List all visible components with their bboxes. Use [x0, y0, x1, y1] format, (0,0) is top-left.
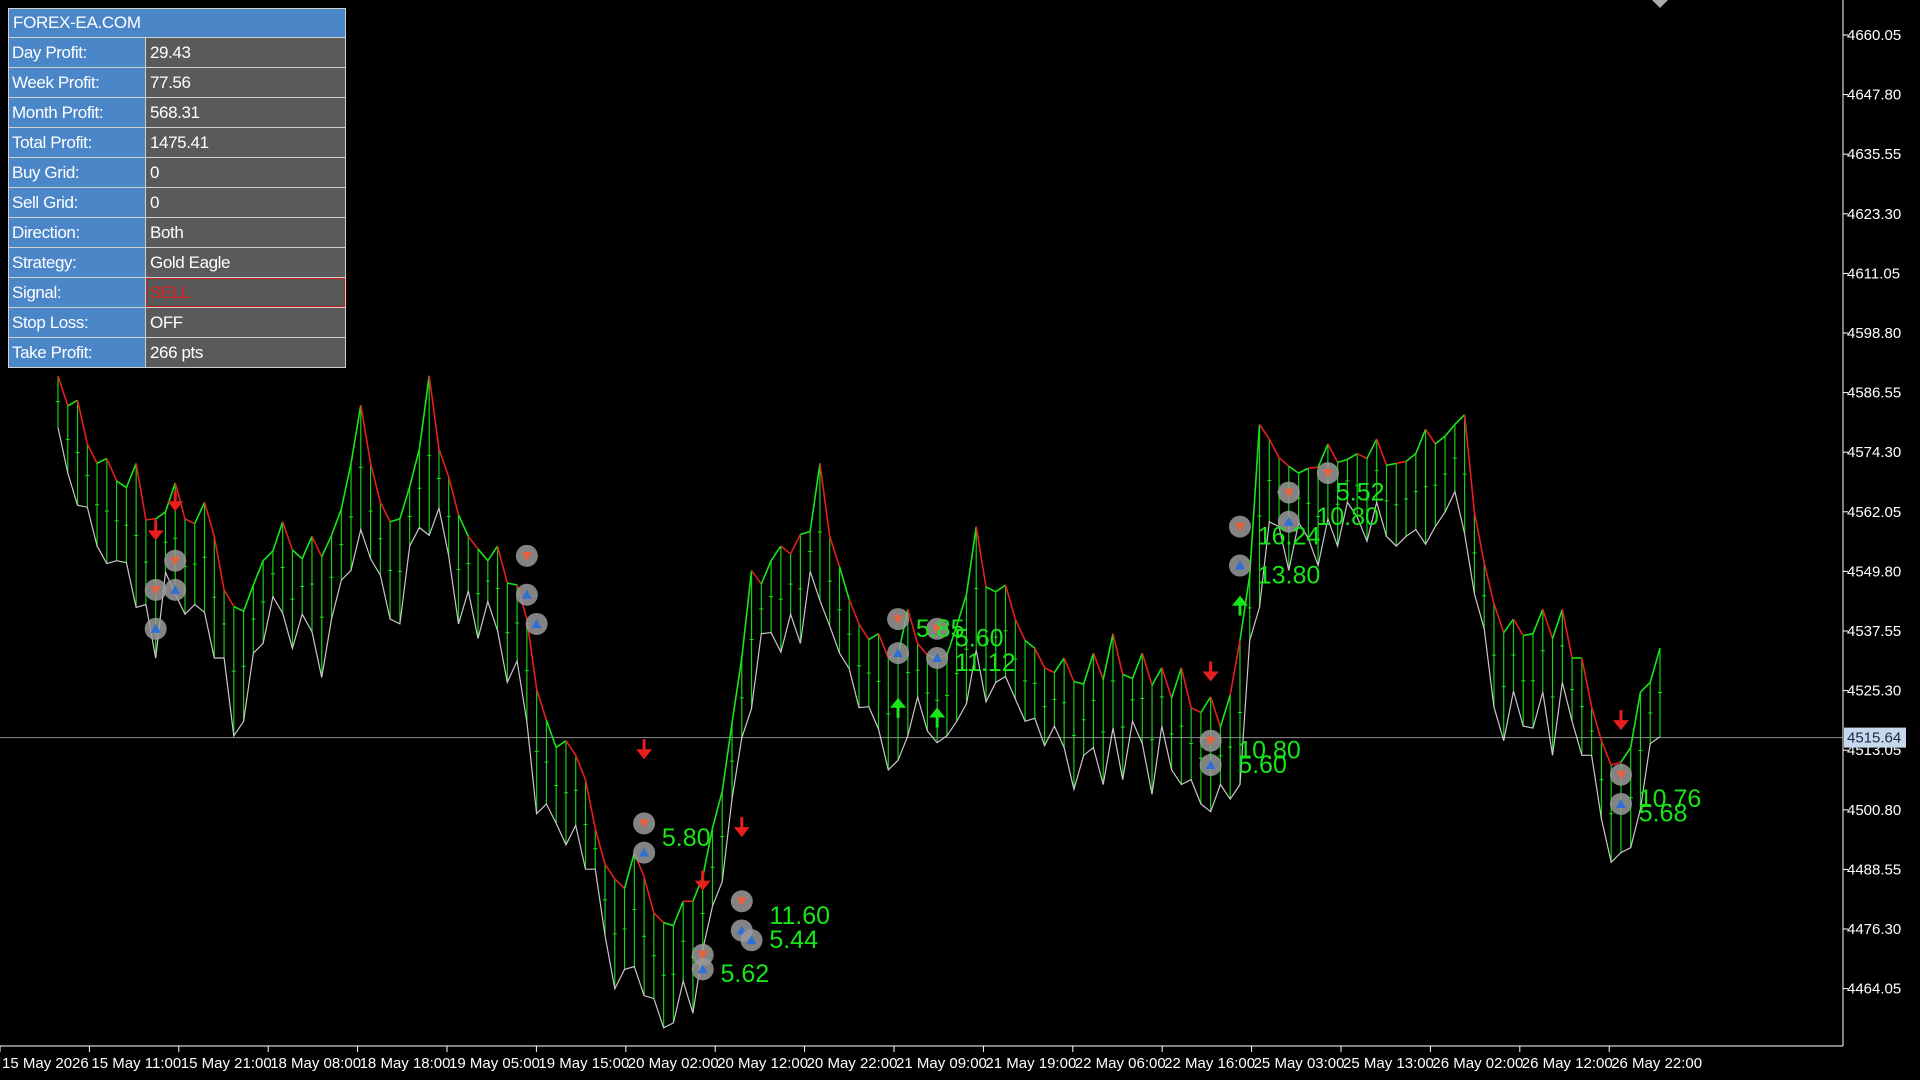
signal-value: SELL: [146, 278, 345, 307]
time-tick-label: 18 May 18:00: [360, 1055, 451, 1072]
price-tick-label: 4537.55: [1847, 623, 1901, 640]
panel-label: Total Profit:: [9, 128, 146, 157]
trade-profit-label: 10.80: [1316, 503, 1379, 531]
price-high-segment: [1308, 466, 1319, 470]
panel-value: 568.31: [146, 98, 345, 127]
price-tick-label: 4562.05: [1847, 504, 1901, 521]
price-tick-label: 4488.55: [1847, 861, 1901, 878]
time-tick-label: 25 May 03:00: [1254, 1055, 1345, 1072]
panel-label: Buy Grid:: [9, 158, 146, 187]
price-high-segment: [145, 518, 156, 521]
panel-value: Gold Eagle: [146, 248, 345, 277]
panel-label: Month Profit:: [9, 98, 146, 127]
time-tick-label: 18 May 08:00: [270, 1055, 361, 1072]
panel-row-day-profit: Day Profit: 29.43: [9, 38, 345, 68]
panel-value: 0: [146, 158, 345, 187]
panel-label: Take Profit:: [9, 338, 146, 367]
panel-row-signal: Signal: SELL: [9, 278, 345, 308]
time-tick-label: 19 May 15:00: [538, 1055, 629, 1072]
trade-profit-label: 5.62: [720, 960, 769, 988]
time-tick-label: 26 May 22:00: [1611, 1055, 1702, 1072]
time-tick-label: 25 May 13:00: [1343, 1055, 1434, 1072]
panel-label: Week Profit:: [9, 68, 146, 97]
time-tick-label: 15 May 11:00: [91, 1055, 181, 1072]
time-tick-label: 21 May 09:00: [896, 1055, 987, 1072]
trade-profit-label: 16.24: [1258, 522, 1321, 550]
panel-row-month-profit: Month Profit: 568.31: [9, 98, 345, 128]
price-tick-label: 4660.05: [1847, 27, 1901, 44]
panel-row-strategy: Strategy: Gold Eagle: [9, 248, 345, 278]
time-tick-label: 20 May 12:00: [717, 1055, 808, 1072]
time-tick-label: 19 May 05:00: [449, 1055, 540, 1072]
time-tick-label: 26 May 02:00: [1432, 1055, 1523, 1072]
trade-profit-label: 13.80: [1258, 561, 1321, 589]
panel-row-week-profit: Week Profit: 77.56: [9, 68, 345, 98]
time-tick-label: 22 May 06:00: [1075, 1055, 1166, 1072]
time-tick-label: 20 May 02:00: [628, 1055, 719, 1072]
price-tick-label: 4574.30: [1847, 444, 1901, 461]
panel-label: Sell Grid:: [9, 188, 146, 217]
panel-value: 1475.41: [146, 128, 345, 157]
price-tick-label: 4623.30: [1847, 206, 1901, 223]
price-tick-label: 4647.80: [1847, 87, 1901, 104]
price-tick-label: 4611.05: [1847, 265, 1900, 282]
time-tick-label: 22 May 16:00: [1164, 1055, 1255, 1072]
ea-info-panel: FOREX-EA.COM Day Profit: 29.43 Week Prof…: [8, 8, 346, 368]
time-tick-label: 20 May 22:00: [807, 1055, 898, 1072]
time-tick-label: 15 May 21:00: [181, 1055, 272, 1072]
panel-label: Day Profit:: [9, 38, 146, 67]
trade-profit-label: 5.44: [769, 926, 818, 954]
price-tick-label: 4464.05: [1847, 981, 1901, 998]
panel-value: 77.56: [146, 68, 345, 97]
panel-row-take-profit: Take Profit: 266 pts: [9, 338, 345, 367]
panel-value: Both: [146, 218, 345, 247]
price-tick-label: 4525.30: [1847, 683, 1901, 700]
time-tick-label: 21 May 19:00: [985, 1055, 1076, 1072]
panel-label: Signal:: [9, 278, 146, 307]
panel-row-total-profit: Total Profit: 1475.41: [9, 128, 345, 158]
time-tick-label: 26 May 12:00: [1522, 1055, 1613, 1072]
panel-row-buy-grid: Buy Grid: 0: [9, 158, 345, 188]
panel-value: 29.43: [146, 38, 345, 67]
panel-row-sell-grid: Sell Grid: 0: [9, 188, 345, 218]
trade-profit-label: 11.12: [955, 649, 1016, 677]
panel-label: Strategy:: [9, 248, 146, 277]
current-price-label: 4515.64: [1847, 730, 1901, 747]
price-tick-label: 4549.80: [1847, 563, 1901, 580]
trade-profit-label: 5.60: [1238, 751, 1287, 779]
price-tick-label: 4500.80: [1847, 802, 1901, 819]
time-tick-label: 15 May 2026: [2, 1055, 89, 1072]
panel-value: OFF: [146, 308, 345, 337]
price-tick-label: 4598.80: [1847, 325, 1901, 342]
price-tick-label: 4476.30: [1847, 921, 1901, 938]
trade-profit-label: 5.80: [662, 824, 711, 852]
panel-value: 0: [146, 188, 345, 217]
price-tick-label: 4586.55: [1847, 385, 1901, 402]
panel-label: Stop Loss:: [9, 308, 146, 337]
trade-profit-label: 5.68: [1639, 800, 1688, 828]
panel-row-direction: Direction: Both: [9, 218, 345, 248]
price-tick-label: 4635.55: [1847, 146, 1901, 163]
mt-chart-window[interactable]: 5.80 5.62 11.60 5.44 5.85 5.60 11.12 16.24 13.80…: [0, 0, 1920, 1080]
panel-label: Direction:: [9, 218, 146, 247]
panel-row-stop-loss: Stop Loss: OFF: [9, 308, 345, 338]
panel-value: 266 pts: [146, 338, 345, 367]
panel-title: FOREX-EA.COM: [9, 9, 345, 38]
